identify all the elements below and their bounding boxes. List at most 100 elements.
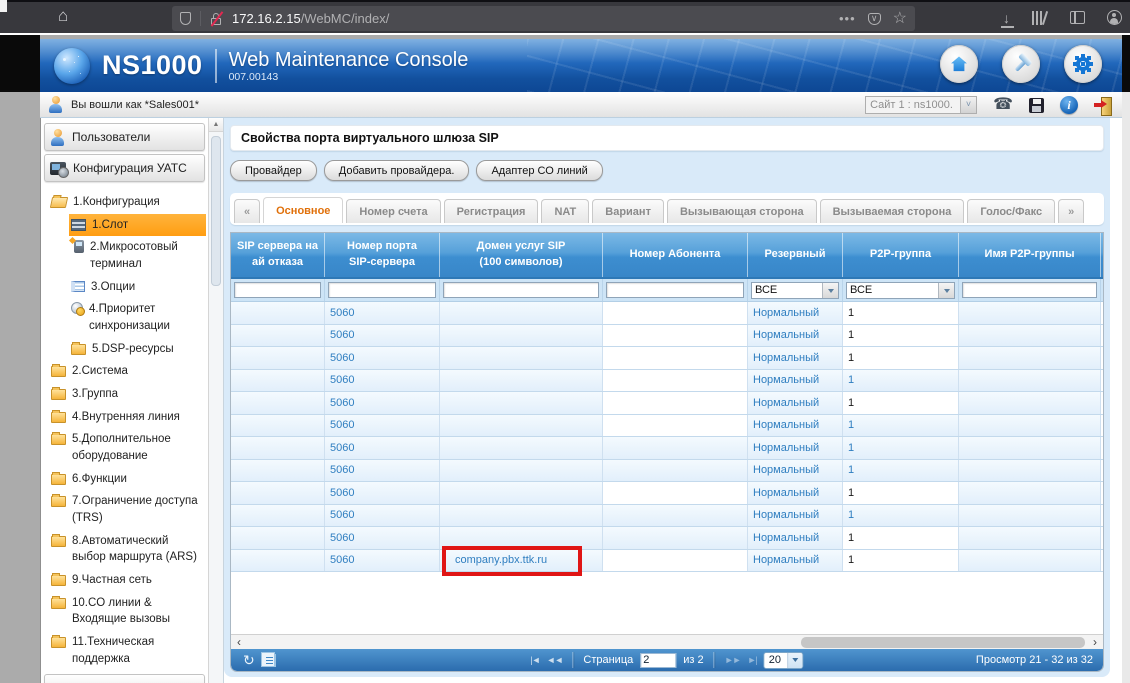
sip-server-port-cell[interactable]: 5060	[325, 370, 440, 392]
reserve-cell[interactable]: Нормальный	[748, 415, 843, 437]
sidebar-item[interactable]: 8.Автоматический выбор маршрута (ARS)	[49, 530, 206, 569]
filter-select[interactable]: ВСЕ	[751, 282, 839, 299]
p2p-group-cell[interactable]: 1	[843, 392, 959, 414]
failover-cell[interactable]	[231, 550, 325, 572]
sidebar-section-pbx-configuration[interactable]: Конфигурация УАТС	[44, 154, 205, 182]
p2p-group-name-cell[interactable]	[959, 482, 1101, 504]
scroll-left-icon[interactable]: ‹	[231, 636, 247, 649]
subscriber-number-cell[interactable]	[603, 370, 748, 392]
table-row[interactable]: 5060Нормальный1	[231, 460, 1103, 483]
p2p-group-name-cell[interactable]	[959, 550, 1101, 572]
sip-server-port-cell[interactable]: 5060	[325, 527, 440, 549]
sip-server-port-cell[interactable]: 5060	[325, 325, 440, 347]
sidebar-item[interactable]: 10.CO линии & Входящие вызовы	[49, 592, 206, 631]
column-header[interactable]: SIP сервера наай отказа	[231, 233, 325, 277]
sip-service-domain-cell[interactable]	[440, 347, 603, 369]
p2p-group-name-cell[interactable]	[959, 505, 1101, 527]
page-size-select[interactable]: 20	[764, 652, 804, 669]
table-row[interactable]: 5060Нормальный1	[231, 325, 1103, 348]
p2p-group-cell[interactable]: 1	[843, 415, 959, 437]
sidebar-item[interactable]: 5.DSP-ресурсы	[69, 338, 206, 361]
table-row[interactable]: 5060 Нормальный1	[231, 370, 1103, 393]
sip-server-port-cell[interactable]: 5060	[325, 437, 440, 459]
column-header[interactable]: Домен услуг SIP(100 символов)	[440, 233, 603, 277]
sidebar-toggle-icon[interactable]	[1070, 11, 1085, 24]
bookmark-star-icon[interactable]: ☆	[893, 11, 907, 27]
sip-server-port-cell[interactable]: 5060	[325, 550, 440, 572]
reserve-cell[interactable]: Нормальный	[748, 302, 843, 324]
subscriber-number-cell[interactable]	[603, 392, 748, 414]
sidebar-item[interactable]: 1.Слот	[69, 214, 206, 237]
filter-input[interactable]	[606, 282, 744, 298]
scrollbar-track[interactable]	[247, 635, 1087, 649]
failover-cell[interactable]	[231, 347, 325, 369]
sip-service-domain-cell[interactable]	[440, 392, 603, 414]
sip-server-port-cell[interactable]: 5060	[325, 347, 440, 369]
p2p-group-cell[interactable]: 1	[843, 505, 959, 527]
sidebar-item[interactable]: 1.Конфигурация	[49, 191, 206, 214]
add-provider-button[interactable]: Добавить провайдера.	[324, 160, 470, 181]
p2p-group-name-cell[interactable]	[959, 415, 1101, 437]
reserve-cell[interactable]: Нормальный	[748, 392, 843, 414]
sidebar-item[interactable]: 4.Внутренняя линия	[49, 406, 206, 429]
p2p-group-cell[interactable]: 1	[843, 370, 959, 392]
scrollbar-thumb[interactable]	[211, 136, 221, 286]
table-row[interactable]: 5060company.pbx.ttk.ruНормальный1	[231, 550, 1103, 573]
sidebar-item[interactable]: 3.Группа	[49, 383, 206, 406]
reserve-cell[interactable]: Нормальный	[748, 505, 843, 527]
sidebar-section-users[interactable]: Пользователи	[44, 123, 205, 151]
scroll-right-icon[interactable]: ›	[1087, 636, 1103, 649]
table-row[interactable]: 5060 Нормальный1	[231, 415, 1103, 438]
reserve-cell[interactable]: Нормальный	[748, 482, 843, 504]
failover-cell[interactable]	[231, 392, 325, 414]
save-icon[interactable]	[1029, 98, 1044, 113]
trunk-adapter-button[interactable]: Адаптер СО линий	[476, 160, 602, 181]
column-header[interactable]: P2P-группа	[843, 233, 959, 277]
filter-input[interactable]	[328, 282, 436, 298]
failover-cell[interactable]	[231, 527, 325, 549]
p2p-group-cell[interactable]: 1	[843, 482, 959, 504]
sip-service-domain-cell[interactable]	[440, 302, 603, 324]
sip-server-port-cell[interactable]: 5060	[325, 482, 440, 504]
reserve-cell[interactable]: Нормальный	[748, 347, 843, 369]
prev-page-icon[interactable]: ◄◄	[547, 655, 563, 665]
filter-select[interactable]: ВСЕ	[846, 282, 955, 299]
reserve-cell[interactable]: Нормальный	[748, 370, 843, 392]
p2p-group-cell[interactable]: 1	[843, 550, 959, 572]
sip-server-port-cell[interactable]: 5060	[325, 392, 440, 414]
subscriber-number-cell[interactable]	[603, 482, 748, 504]
tab-scroll-icon[interactable]: »	[1058, 199, 1084, 223]
subscriber-number-cell[interactable]	[603, 415, 748, 437]
sidebar-item[interactable]: 7.Ограничение доступа (TRS)	[49, 490, 206, 529]
p2p-group-name-cell[interactable]	[959, 392, 1101, 414]
logout-icon[interactable]	[1094, 97, 1112, 114]
column-header[interactable]: Номер Абонента	[603, 233, 748, 277]
sidebar-item[interactable]: 9.Частная сеть	[49, 569, 206, 592]
p2p-group-name-cell[interactable]	[959, 437, 1101, 459]
filter-input[interactable]	[962, 282, 1097, 298]
filter-input[interactable]	[443, 282, 599, 298]
sip-service-domain-cell[interactable]	[440, 325, 603, 347]
failover-cell[interactable]	[231, 370, 325, 392]
page-number-input[interactable]	[640, 653, 676, 668]
failover-cell[interactable]	[231, 325, 325, 347]
sip-server-port-cell[interactable]: 5060	[325, 302, 440, 324]
reserve-cell[interactable]: Нормальный	[748, 550, 843, 572]
subscriber-number-cell[interactable]	[603, 460, 748, 482]
library-icon[interactable]	[1032, 11, 1048, 25]
p2p-group-name-cell[interactable]	[959, 325, 1101, 347]
p2p-group-name-cell[interactable]	[959, 460, 1101, 482]
reserve-cell[interactable]: Нормальный	[748, 527, 843, 549]
sidebar-item[interactable]: 5.Дополнительное оборудование	[49, 428, 206, 467]
table-row[interactable]: 5060Нормальный1	[231, 437, 1103, 460]
subscriber-number-cell[interactable]	[603, 302, 748, 324]
sidebar-item[interactable]: 11.Техническая поддержка	[49, 631, 206, 670]
browser-home-icon[interactable]: ⌂	[58, 6, 68, 26]
scroll-up-icon[interactable]: ▲	[209, 118, 223, 132]
tab-scroll-icon[interactable]: «	[234, 199, 260, 223]
sidebar-item[interactable]: 2.Система	[49, 360, 206, 383]
tab[interactable]: Вызывающая сторона	[667, 199, 817, 223]
pocket-icon[interactable]: ∨	[868, 13, 881, 25]
sidebar-scrollbar[interactable]: ▲	[208, 118, 223, 683]
sip-server-port-cell[interactable]: 5060	[325, 415, 440, 437]
